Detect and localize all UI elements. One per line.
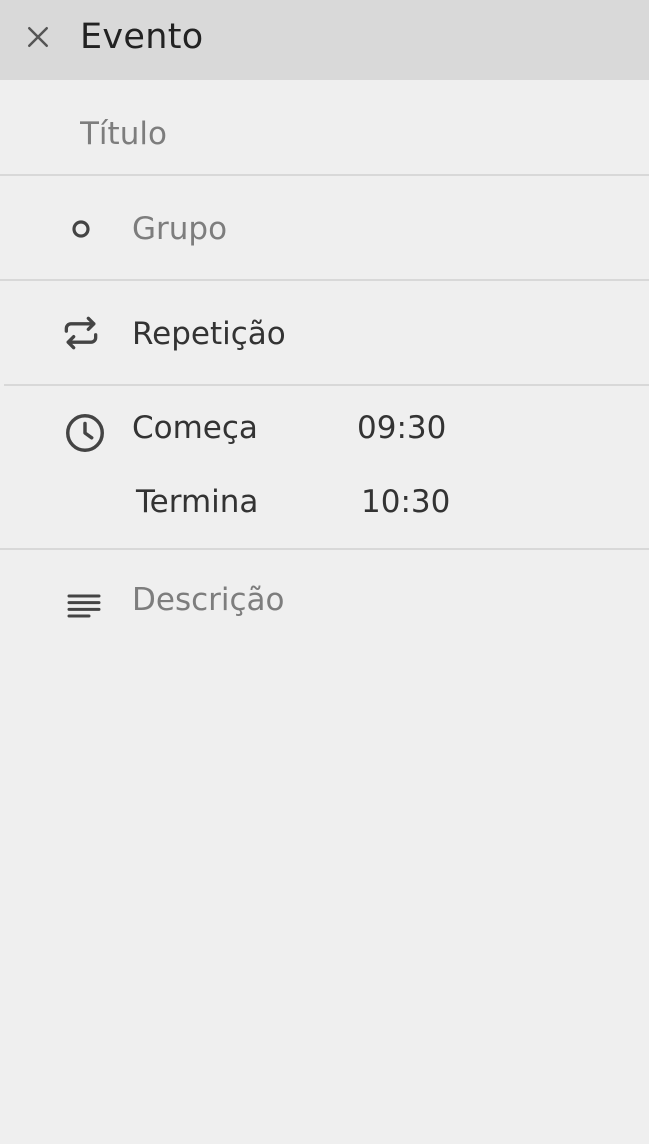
start-time-value[interactable]: 09:30 bbox=[357, 408, 446, 448]
divider bbox=[0, 174, 649, 176]
close-icon bbox=[28, 27, 48, 47]
close-button[interactable] bbox=[18, 17, 58, 57]
notes-icon bbox=[67, 594, 101, 618]
clock-icon bbox=[66, 414, 104, 452]
start-label: Começa bbox=[132, 410, 258, 446]
end-label: Termina bbox=[136, 484, 259, 520]
repeat-icon bbox=[64, 316, 98, 350]
page-title: Evento bbox=[80, 17, 204, 57]
app-header: Evento bbox=[0, 0, 649, 80]
group-row-icon-wrap bbox=[60, 208, 102, 250]
description-input[interactable]: Descrição bbox=[132, 580, 285, 620]
event-editor-screen: Evento Grupo Repetição Começa 09:30 Term… bbox=[0, 0, 649, 1144]
repeat-selector[interactable]: Repetição bbox=[132, 314, 286, 354]
divider bbox=[4, 384, 649, 386]
time-row-icon-wrap bbox=[60, 408, 110, 458]
description-row-icon-wrap bbox=[62, 586, 106, 626]
title-input[interactable] bbox=[80, 110, 620, 158]
group-selector[interactable]: Grupo bbox=[132, 209, 227, 249]
repeat-row-icon-wrap bbox=[58, 310, 104, 356]
divider bbox=[0, 279, 649, 281]
divider bbox=[0, 548, 649, 550]
end-time-value[interactable]: 10:30 bbox=[361, 482, 450, 522]
circle-icon bbox=[72, 220, 90, 238]
